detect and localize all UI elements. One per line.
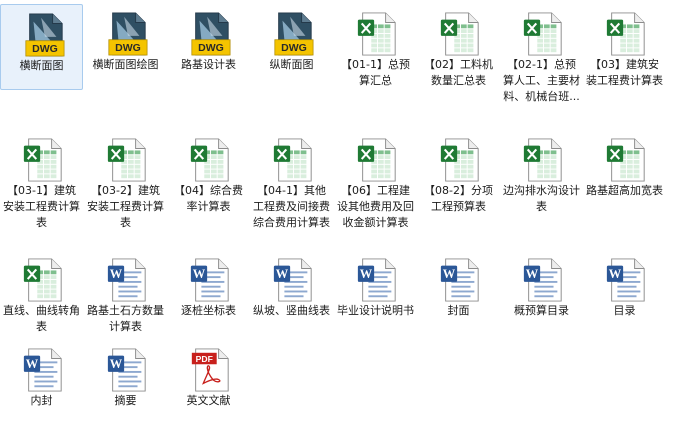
svg-text:DWG: DWG xyxy=(281,42,307,54)
dwg-file-icon: DWG xyxy=(105,10,149,58)
file-icon-grid: DWG 横断面图 DWG 横断面图绘图 DWG 路基设计表 DWG 纵断面图 【01-1】总预算… xyxy=(0,0,685,418)
svg-text:W: W xyxy=(193,267,206,281)
file-name-label: 【06】工程建设其他费用及回收金额计算表 xyxy=(337,184,414,229)
dwg-file-icon: DWG xyxy=(22,11,66,59)
svg-text:DWG: DWG xyxy=(198,42,224,54)
file-item[interactable]: W 毕业设计说明书 xyxy=(334,250,417,336)
file-name-label: 边沟排水沟设计表 xyxy=(503,184,580,213)
word-file-icon: W xyxy=(105,256,149,304)
excel-file-icon xyxy=(355,10,399,58)
file-item[interactable]: 【04】综合费率计算表 xyxy=(167,130,250,216)
file-name-label: 横断面图绘图 xyxy=(92,58,159,71)
excel-file-icon xyxy=(438,10,482,58)
file-name-label: 直线、曲线转角表 xyxy=(3,304,80,333)
pdf-file-icon: PDF xyxy=(188,346,232,394)
file-name-label: 英文文献 xyxy=(186,394,231,407)
excel-file-icon xyxy=(21,136,65,184)
dwg-file-icon: DWG xyxy=(271,10,315,58)
file-name-label: 【03-1】建筑安装工程费计算表 xyxy=(3,184,80,229)
file-name-label: 封面 xyxy=(447,304,470,317)
file-name-label: 毕业设计说明书 xyxy=(337,304,414,317)
file-item[interactable]: 【02】工料机数量汇总表 xyxy=(417,4,500,90)
file-item[interactable]: 路基超高加宽表 xyxy=(583,130,666,216)
file-item[interactable]: 直线、曲线转角表 xyxy=(0,250,83,336)
svg-text:DWG: DWG xyxy=(115,42,141,54)
file-item[interactable]: 【08-2】分项工程预算表 xyxy=(417,130,500,216)
svg-text:W: W xyxy=(609,267,622,281)
file-item[interactable]: 【03-1】建筑安装工程费计算表 xyxy=(0,130,83,229)
word-file-icon: W xyxy=(271,256,315,304)
svg-text:W: W xyxy=(360,267,373,281)
file-name-label: 纵断面图 xyxy=(269,58,314,71)
excel-file-icon xyxy=(188,136,232,184)
file-name-label: 纵坡、竖曲线表 xyxy=(253,304,330,317)
file-item[interactable]: DWG 横断面图绘图 xyxy=(84,4,167,90)
file-item[interactable]: DWG 路基设计表 xyxy=(167,4,250,90)
excel-file-icon xyxy=(105,136,149,184)
file-name-label: 【02】工料机数量汇总表 xyxy=(424,58,493,87)
svg-text:W: W xyxy=(110,267,123,281)
file-name-label: 路基超高加宽表 xyxy=(586,184,663,197)
file-item[interactable]: W 目录 xyxy=(583,250,666,336)
file-item[interactable]: 【03-2】建筑安装工程费计算表 xyxy=(84,130,167,229)
file-item[interactable]: 【01-1】总预算汇总 xyxy=(334,4,417,90)
file-item[interactable]: 【06】工程建设其他费用及回收金额计算表 xyxy=(334,130,417,229)
file-item[interactable]: DWG 纵断面图 xyxy=(250,4,333,90)
svg-text:PDF: PDF xyxy=(196,354,213,364)
file-item[interactable]: W 封面 xyxy=(417,250,500,336)
file-name-label: 【01-1】总预算汇总 xyxy=(341,58,410,87)
excel-file-icon xyxy=(521,10,565,58)
svg-text:W: W xyxy=(443,267,456,281)
svg-text:W: W xyxy=(110,357,123,371)
file-name-label: 【04-1】其他工程费及间接费综合费用计算表 xyxy=(253,184,330,229)
file-name-label: 【03-2】建筑安装工程费计算表 xyxy=(87,184,164,229)
svg-text:W: W xyxy=(26,357,39,371)
file-name-label: 目录 xyxy=(613,304,636,317)
file-item[interactable]: 【04-1】其他工程费及间接费综合费用计算表 xyxy=(250,130,333,229)
excel-file-icon xyxy=(21,256,65,304)
word-file-icon: W xyxy=(438,256,482,304)
file-name-label: 【08-2】分项工程预算表 xyxy=(424,184,493,213)
word-file-icon: W xyxy=(105,346,149,394)
file-item[interactable]: W 内封 xyxy=(0,340,83,426)
file-item[interactable]: W 纵坡、竖曲线表 xyxy=(250,250,333,336)
file-name-label: 内封 xyxy=(30,394,53,407)
svg-text:W: W xyxy=(276,267,289,281)
excel-file-icon xyxy=(604,136,648,184)
word-file-icon: W xyxy=(355,256,399,304)
excel-file-icon xyxy=(604,10,648,58)
excel-file-icon xyxy=(521,136,565,184)
file-name-label: 【03】建筑安装工程费计算表 xyxy=(586,58,663,87)
file-item[interactable]: W 逐桩坐标表 xyxy=(167,250,250,336)
file-name-label: 摘要 xyxy=(114,394,137,407)
file-item[interactable]: 【02-1】总预算人工、主要材料、机械台班... xyxy=(500,4,583,103)
file-item[interactable]: W 路基土石方数量计算表 xyxy=(84,250,167,336)
file-name-label: 【02-1】总预算人工、主要材料、机械台班... xyxy=(503,58,580,103)
excel-file-icon xyxy=(355,136,399,184)
file-name-label: 【04】综合费率计算表 xyxy=(174,184,243,213)
file-name-label: 路基土石方数量计算表 xyxy=(87,304,164,333)
file-item[interactable]: DWG 横断面图 xyxy=(0,4,83,90)
file-item[interactable]: 【03】建筑安装工程费计算表 xyxy=(583,4,666,90)
file-name-label: 路基设计表 xyxy=(181,58,236,71)
file-name-label: 概预算目录 xyxy=(514,304,569,317)
file-item[interactable]: 边沟排水沟设计表 xyxy=(500,130,583,216)
dwg-file-icon: DWG xyxy=(188,10,232,58)
word-file-icon: W xyxy=(188,256,232,304)
svg-text:W: W xyxy=(526,267,539,281)
file-name-label: 横断面图 xyxy=(19,59,64,72)
file-item[interactable]: W 摘要 xyxy=(84,340,167,426)
file-name-label: 逐桩坐标表 xyxy=(181,304,236,317)
file-item[interactable]: PDF 英文文献 xyxy=(167,340,250,426)
word-file-icon: W xyxy=(521,256,565,304)
excel-file-icon xyxy=(271,136,315,184)
svg-text:DWG: DWG xyxy=(32,43,58,55)
word-file-icon: W xyxy=(604,256,648,304)
word-file-icon: W xyxy=(21,346,65,394)
excel-file-icon xyxy=(438,136,482,184)
file-item[interactable]: W 概预算目录 xyxy=(500,250,583,336)
